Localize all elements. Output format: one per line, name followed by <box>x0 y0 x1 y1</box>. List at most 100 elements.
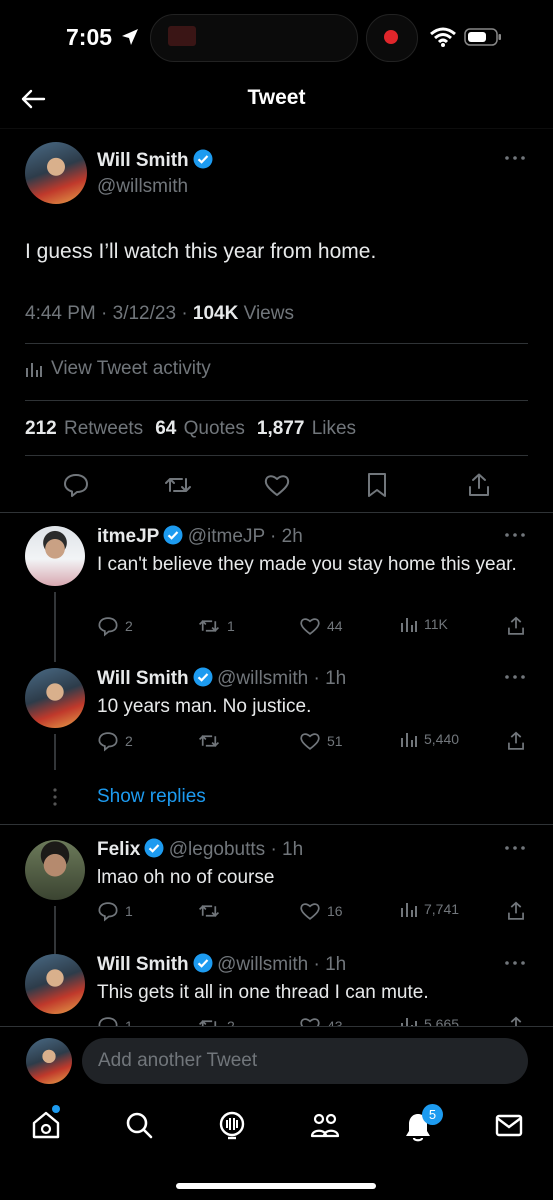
like-icon <box>300 903 320 920</box>
verified-icon <box>193 149 213 169</box>
reply-button[interactable]: 2 <box>97 730 133 752</box>
reply-author-name[interactable]: itmeJP <box>97 526 159 547</box>
reply-icon <box>98 617 118 637</box>
engagement-stats: 212 Retweets 64 Quotes 1,877 Likes <box>25 418 356 440</box>
reply-icon <box>98 732 118 752</box>
reply-count: 1 <box>125 903 133 919</box>
show-replies-link[interactable]: Show replies <box>97 786 206 808</box>
tweet-text: I guess I’ll watch this year from home. <box>25 240 377 263</box>
thread-dots-icon <box>53 788 57 806</box>
more-icon[interactable] <box>503 154 527 162</box>
reply-author-name[interactable]: Will Smith <box>97 954 189 975</box>
views-button[interactable]: 11K <box>400 615 448 633</box>
views-button[interactable]: 5,440 <box>400 730 459 748</box>
messages-icon[interactable] <box>493 1109 525 1141</box>
share-icon[interactable] <box>465 471 493 499</box>
more-icon[interactable] <box>503 959 527 967</box>
like-button[interactable]: 44 <box>299 615 343 637</box>
like-button[interactable]: 51 <box>299 730 343 752</box>
header-divider <box>0 128 553 129</box>
home-icon[interactable] <box>30 1109 62 1141</box>
verified-icon <box>163 525 183 545</box>
share-icon[interactable] <box>505 900 527 922</box>
views-button[interactable]: 7,741 <box>400 900 459 918</box>
retweet-button[interactable]: 1 <box>197 615 235 637</box>
divider <box>25 343 528 344</box>
activity-label[interactable]: View Tweet activity <box>51 358 211 380</box>
likes-label: Likes <box>311 418 357 439</box>
views-icon <box>401 903 417 917</box>
verified-icon <box>193 953 213 973</box>
like-count: 43 <box>327 1018 343 1026</box>
likes-stat[interactable]: 1,877 Likes <box>257 418 356 440</box>
views-icon <box>401 1018 417 1026</box>
reply-author-handle[interactable]: @willsmith · 1h <box>217 668 346 689</box>
author-name[interactable]: Will Smith <box>97 150 189 171</box>
quotes-label: Quotes <box>183 418 245 439</box>
reply-button[interactable]: 2 <box>97 615 133 637</box>
reply-author-handle[interactable]: @willsmith · 1h <box>217 954 346 975</box>
reply-author-name[interactable]: Will Smith <box>97 668 189 689</box>
quotes-count: 64 <box>155 418 177 439</box>
like-button[interactable]: 43 <box>299 1015 343 1026</box>
retweet-button[interactable] <box>197 730 227 752</box>
reply-count: 2 <box>125 733 133 749</box>
views-icon <box>26 363 42 377</box>
reply-header: itmeJP @itmeJP · 2h <box>97 525 303 548</box>
like-icon <box>300 1018 320 1026</box>
thread-line <box>54 592 56 662</box>
retweet-icon[interactable] <box>163 471 193 499</box>
reply-author-name[interactable]: Felix <box>97 839 140 860</box>
like-icon[interactable] <box>263 471 291 499</box>
reply-button[interactable]: 1 <box>97 1015 133 1026</box>
add-tweet-input[interactable]: Add another Tweet <box>82 1038 528 1084</box>
views-icon <box>401 618 417 632</box>
search-icon[interactable] <box>123 1109 155 1141</box>
like-button[interactable]: 16 <box>299 900 343 922</box>
view-tweet-activity[interactable]: View Tweet activity <box>25 358 211 380</box>
views-count: 7,741 <box>424 901 460 917</box>
reply-clip: Will Smith @willsmith · 1h This gets it … <box>0 948 553 1026</box>
reply-text: This gets it all in one thread I can mut… <box>97 982 429 1003</box>
more-icon[interactable] <box>503 673 527 681</box>
bookmark-icon[interactable] <box>364 471 390 499</box>
reply-avatar[interactable] <box>25 668 85 728</box>
share-icon[interactable] <box>505 615 527 637</box>
thread-line <box>54 906 56 954</box>
divider <box>0 1026 553 1027</box>
compose-avatar[interactable] <box>26 1038 72 1084</box>
retweet-count: 1 <box>227 618 235 634</box>
views-button[interactable]: 5,665 <box>400 1015 459 1026</box>
more-icon[interactable] <box>503 844 527 852</box>
reply-button[interactable]: 1 <box>97 900 133 922</box>
likes-count: 1,877 <box>256 418 305 439</box>
notifications-badge: 5 <box>422 1104 443 1125</box>
communities-icon[interactable] <box>309 1109 341 1141</box>
home-unread-dot <box>52 1105 60 1113</box>
divider <box>25 455 528 456</box>
reply-count: 1 <box>125 1018 133 1026</box>
retweets-count: 212 <box>25 418 57 439</box>
reply-icon[interactable] <box>62 471 90 499</box>
reply-author-handle[interactable]: @itmeJP · 2h <box>188 526 303 547</box>
views-count: 104K <box>192 303 239 324</box>
retweet-button[interactable]: 2 <box>197 1015 235 1026</box>
author-avatar[interactable] <box>25 142 87 204</box>
spaces-icon[interactable] <box>216 1109 248 1141</box>
verified-icon <box>193 667 213 687</box>
quotes-stat[interactable]: 64 Quotes <box>155 418 245 440</box>
author-name-row[interactable]: Will Smith <box>97 149 213 172</box>
share-icon[interactable] <box>505 730 527 752</box>
retweets-label: Retweets <box>63 418 144 439</box>
reply-avatar[interactable] <box>25 526 85 586</box>
reply-avatar[interactable] <box>25 840 85 900</box>
retweet-button[interactable] <box>197 900 227 922</box>
more-icon[interactable] <box>503 531 527 539</box>
reply-count: 2 <box>125 618 133 634</box>
reply-avatar[interactable] <box>25 954 85 1014</box>
views-count: 11K <box>424 616 448 632</box>
share-icon[interactable] <box>505 1015 527 1026</box>
author-handle[interactable]: @willsmith <box>97 176 188 198</box>
reply-author-handle[interactable]: @legobutts · 1h <box>169 839 303 860</box>
retweets-stat[interactable]: 212 Retweets <box>25 418 143 440</box>
